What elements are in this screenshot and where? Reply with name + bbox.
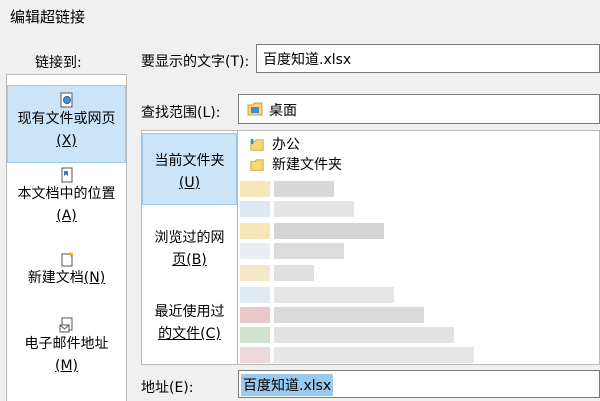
- sidebar-item-place-in-document[interactable]: 本文档中的位置 (A): [7, 167, 126, 239]
- address-label: 地址(E):: [141, 380, 194, 396]
- address-input[interactable]: 百度知道.xlsx: [238, 370, 600, 398]
- sidebar-item-label: 本文档中的位置: [17, 186, 116, 202]
- desktop-folder-icon: [247, 102, 263, 116]
- browse-item-shortcut: (U): [178, 175, 201, 191]
- browse-item-label: 当前文件夹: [154, 153, 225, 169]
- display-text-input[interactable]: 百度知道.xlsx: [256, 44, 600, 73]
- file-name: 办公: [272, 137, 300, 153]
- sidebar-item-email-address[interactable]: 电子邮件地址 (M): [7, 317, 126, 393]
- display-text-label: 要显示的文字(T):: [141, 54, 250, 70]
- browse-recent-files[interactable]: 最近使用过 的文件(C): [142, 301, 237, 351]
- dialog-title: 编辑超链接: [10, 8, 86, 26]
- browse-item-shortcut: 页(B): [172, 252, 207, 268]
- sidebar-item-label: 电子邮件地址: [24, 336, 109, 352]
- file-list[interactable]: 办公 新建文件夹: [238, 130, 600, 365]
- sidebar-item-label: 现有文件或网页: [17, 111, 116, 127]
- sidebar-item-shortcut: (X): [56, 133, 77, 149]
- look-in-dropdown[interactable]: 桌面: [238, 94, 600, 124]
- sidebar-item-shortcut: (M): [54, 358, 78, 374]
- new-doc-icon: [61, 251, 74, 267]
- browse-current-folder[interactable]: 当前文件夹 (U): [142, 133, 237, 205]
- browse-pane: 当前文件夹 (U) 浏览过的网 页(B) 最近使用过 的文件(C): [141, 130, 238, 365]
- file-name: 新建文件夹: [272, 157, 342, 173]
- sidebar-item-label: 新建文档(N): [27, 270, 106, 286]
- browse-browsed-pages[interactable]: 浏览过的网 页(B): [142, 227, 237, 277]
- browse-item-label: 最近使用过: [154, 304, 225, 320]
- list-item[interactable]: 办公: [244, 135, 584, 155]
- look-in-label: 查找范围(L):: [141, 105, 221, 121]
- bookmark-doc-icon: [61, 167, 72, 183]
- folder-icon: [250, 159, 264, 171]
- browse-item-label: 浏览过的网: [154, 230, 225, 246]
- browse-item-shortcut: 的文件(C): [158, 326, 221, 342]
- address-value: 百度知道.xlsx: [241, 374, 334, 396]
- link-to-sidebar: 现有文件或网页 (X) 本文档中的位置 (A) 新建文档(N) 电子邮件地址 (…: [6, 74, 127, 401]
- sidebar-item-new-document[interactable]: 新建文档(N): [7, 251, 126, 305]
- folder-icon: [250, 138, 264, 151]
- sidebar-item-shortcut: (A): [56, 208, 77, 224]
- email-icon: [59, 317, 72, 333]
- link-to-label: 链接到:: [35, 55, 82, 71]
- list-item[interactable]: 新建文件夹: [244, 155, 584, 175]
- web-page-icon: [60, 92, 72, 108]
- sidebar-item-existing-file[interactable]: 现有文件或网页 (X): [7, 85, 126, 163]
- look-in-value: 桌面: [269, 103, 297, 119]
